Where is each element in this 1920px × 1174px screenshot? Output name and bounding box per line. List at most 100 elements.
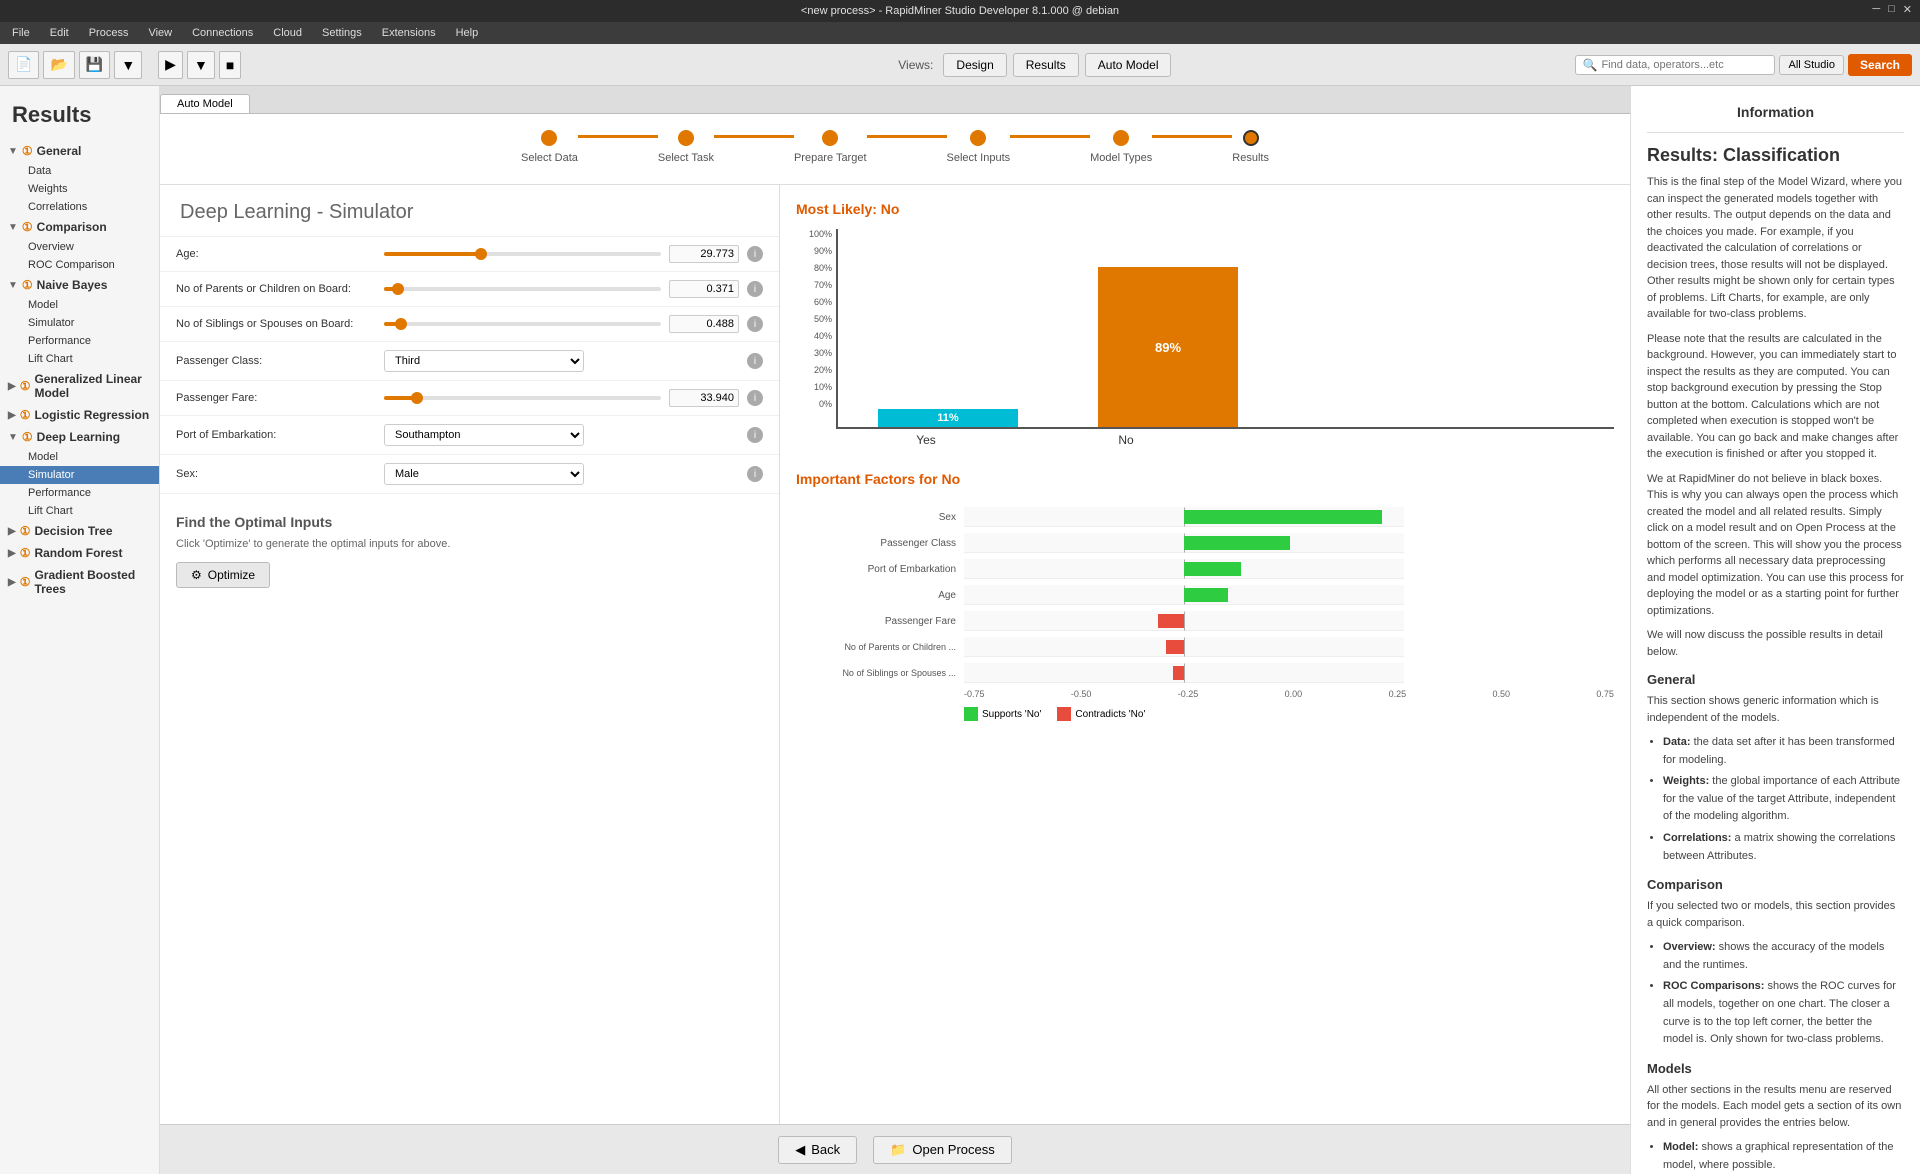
factor-row-fare: Passenger Fare: [964, 611, 1614, 631]
sim-label-siblings: No of Siblings or Spouses on Board:: [176, 318, 376, 330]
sim-info-siblings[interactable]: i: [747, 316, 763, 332]
sim-value-fare[interactable]: [669, 389, 739, 407]
menu-file[interactable]: File: [8, 25, 34, 41]
sim-select-class[interactable]: First Second Third: [384, 350, 584, 372]
legend-contradicts: Contradicts 'No': [1057, 707, 1145, 721]
sim-value-parents[interactable]: [669, 280, 739, 298]
label-random-forest: Random Forest: [34, 546, 122, 560]
sidebar-item-roc[interactable]: ROC Comparison: [0, 256, 159, 274]
titlebar: <new process> - RapidMiner Studio Develo…: [0, 0, 1920, 22]
factor-fare-bar-area: [964, 611, 1404, 631]
sidebar-group-gbt[interactable]: ▶ ① Gradient Boosted Trees: [0, 564, 159, 600]
sim-slider-siblings[interactable]: [384, 322, 661, 326]
sidebar-group-glm[interactable]: ▶ ① Generalized Linear Model: [0, 368, 159, 404]
tab-automodel[interactable]: Auto Model: [160, 94, 250, 113]
factor-parents-bar-area: [964, 637, 1404, 657]
step-results[interactable]: Results: [1232, 130, 1269, 164]
automodel-view-btn[interactable]: Auto Model: [1085, 53, 1172, 77]
sidebar-item-overview[interactable]: Overview: [0, 238, 159, 256]
maximize-btn[interactable]: □: [1888, 3, 1895, 16]
run-dropdown-button[interactable]: ▼: [187, 51, 215, 79]
y-label-0: 0%: [796, 399, 832, 409]
sidebar-group-decision-tree[interactable]: ▶ ① Decision Tree: [0, 520, 159, 542]
sim-select-port[interactable]: Cherbourg Queenstown Southampton: [384, 424, 584, 446]
sim-info-class[interactable]: i: [747, 353, 763, 369]
sim-slider-fare[interactable]: [384, 396, 661, 400]
menu-process[interactable]: Process: [85, 25, 133, 41]
sidebar-item-dl-performance[interactable]: Performance: [0, 484, 159, 502]
sim-value-siblings[interactable]: [669, 315, 739, 333]
close-btn[interactable]: ✕: [1903, 3, 1912, 16]
run-button[interactable]: ▶: [158, 51, 183, 79]
search-input[interactable]: [1601, 59, 1761, 71]
menu-view[interactable]: View: [144, 25, 176, 41]
sim-info-age[interactable]: i: [747, 246, 763, 262]
icon-deep-learning: ①: [22, 430, 33, 444]
comparison-item-overview: Overview: shows the accuracy of the mode…: [1663, 939, 1904, 974]
sidebar-item-nb-performance[interactable]: Performance: [0, 332, 159, 350]
results-view-btn[interactable]: Results: [1013, 53, 1079, 77]
sim-label-fare: Passenger Fare:: [176, 392, 376, 404]
sim-slider-age[interactable]: [384, 252, 661, 256]
step-select-task[interactable]: Select Task: [658, 130, 714, 164]
sidebar-group-random-forest[interactable]: ▶ ① Random Forest: [0, 542, 159, 564]
search-go-btn[interactable]: Search: [1848, 54, 1912, 76]
save-dropdown-button[interactable]: ▼: [114, 51, 142, 79]
sim-row-sex: Sex: Female Male i: [160, 455, 779, 494]
sidebar-item-dl-simulator[interactable]: Simulator: [0, 466, 159, 484]
factor-port-bar-area: [964, 559, 1404, 579]
models-list: Model: shows a graphical representation …: [1647, 1139, 1904, 1174]
step-model-types[interactable]: Model Types: [1090, 130, 1152, 164]
step-select-data[interactable]: Select Data: [521, 130, 578, 164]
sidebar-item-dl-lift[interactable]: Lift Chart: [0, 502, 159, 520]
new-button[interactable]: 📄: [8, 51, 39, 79]
step-select-inputs[interactable]: Select Inputs: [947, 130, 1011, 164]
sidebar-item-nb-simulator[interactable]: Simulator: [0, 314, 159, 332]
legend-supports-color: [964, 707, 978, 721]
menu-cloud[interactable]: Cloud: [269, 25, 306, 41]
search-scope-btn[interactable]: All Studio: [1779, 55, 1843, 75]
back-button[interactable]: ◀ Back: [778, 1136, 857, 1164]
step-circle-4: [970, 130, 986, 146]
sim-thumb-siblings[interactable]: [395, 318, 407, 330]
sidebar-group-logistic[interactable]: ▶ ① Logistic Regression: [0, 404, 159, 426]
sidebar-item-weights[interactable]: Weights: [0, 180, 159, 198]
factor-row-sex: Sex: [964, 507, 1614, 527]
step-prepare-target[interactable]: Prepare Target: [794, 130, 867, 164]
stop-button[interactable]: ■: [219, 51, 241, 79]
sim-select-port-wrap: Cherbourg Queenstown Southampton: [384, 424, 739, 446]
menu-help[interactable]: Help: [452, 25, 483, 41]
sim-info-sex[interactable]: i: [747, 466, 763, 482]
menu-edit[interactable]: Edit: [46, 25, 73, 41]
sidebar-item-dl-model[interactable]: Model: [0, 448, 159, 466]
sidebar-item-data[interactable]: Data: [0, 162, 159, 180]
sidebar-item-nb-model[interactable]: Model: [0, 296, 159, 314]
design-view-btn[interactable]: Design: [943, 53, 1006, 77]
sim-info-fare[interactable]: i: [747, 390, 763, 406]
sidebar-group-naive-bayes[interactable]: ▼ ① Naive Bayes: [0, 274, 159, 296]
sidebar-group-comparison[interactable]: ▼ ① Comparison: [0, 216, 159, 238]
minimize-btn[interactable]: ─: [1872, 3, 1880, 16]
sidebar-item-nb-lift[interactable]: Lift Chart: [0, 350, 159, 368]
sidebar-item-correlations[interactable]: Correlations: [0, 198, 159, 216]
menu-connections[interactable]: Connections: [188, 25, 257, 41]
sidebar-group-deep-learning[interactable]: ▼ ① Deep Learning: [0, 426, 159, 448]
menu-extensions[interactable]: Extensions: [378, 25, 440, 41]
sim-slider-parents[interactable]: [384, 287, 661, 291]
open-process-button[interactable]: 📁 Open Process: [873, 1136, 1012, 1164]
sidebar-group-general[interactable]: ▼ ① General: [0, 140, 159, 162]
most-likely-label: Most Likely:: [796, 201, 881, 217]
sim-select-sex[interactable]: Female Male: [384, 463, 584, 485]
optimize-button[interactable]: ⚙ Optimize: [176, 562, 270, 588]
sim-thumb-age[interactable]: [475, 248, 487, 260]
sim-thumb-fare[interactable]: [411, 392, 423, 404]
sim-info-port[interactable]: i: [747, 427, 763, 443]
info-para-3: We at RapidMiner do not believe in black…: [1647, 471, 1904, 620]
factors-heading: Important Factors for No: [796, 471, 1614, 487]
save-button[interactable]: 💾: [79, 51, 110, 79]
menu-settings[interactable]: Settings: [318, 25, 366, 41]
sim-thumb-parents[interactable]: [392, 283, 404, 295]
sim-value-age[interactable]: [669, 245, 739, 263]
sim-info-parents[interactable]: i: [747, 281, 763, 297]
open-button[interactable]: 📂: [43, 51, 74, 79]
